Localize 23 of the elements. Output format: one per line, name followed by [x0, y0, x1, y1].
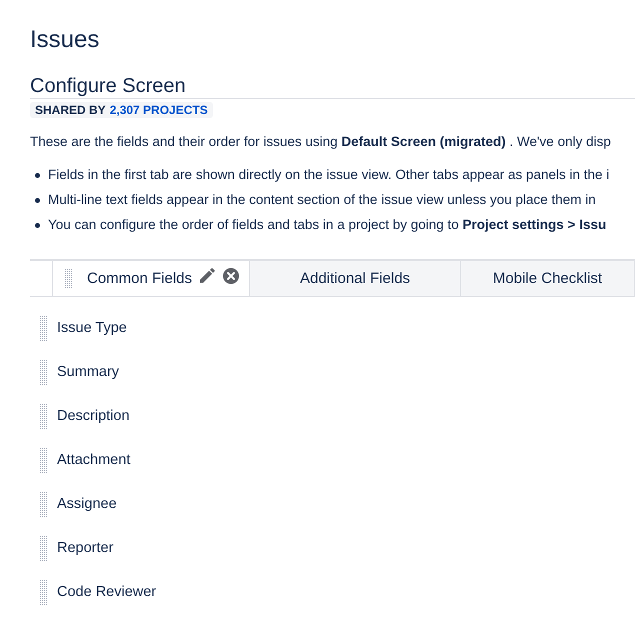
shared-label: SHARED BY: [35, 103, 106, 117]
bullet-icon: [35, 172, 40, 178]
field-name: Summary: [57, 363, 120, 382]
field-name: Assignee: [57, 495, 117, 514]
field-name: Attachment: [57, 451, 130, 470]
bullet-icon: [35, 198, 40, 202]
note-text: Fields in the first tab are shown directly on the issue view. Other tabs appear as panels in the i: [48, 166, 610, 184]
field-name: Description: [57, 407, 130, 426]
page-title: Issues: [30, 25, 100, 55]
projects-link[interactable]: 2,307 PROJECTS: [110, 103, 208, 117]
note-text: Multi-line text fields appear in the content section of the issue view unless you place them in: [48, 191, 596, 209]
field-name: Issue Type: [57, 319, 127, 338]
tab[interactable]: Additional Fields: [250, 261, 461, 296]
bullet-icon: [35, 222, 40, 228]
field-name: Code Reviewer: [57, 583, 156, 602]
pencil-icon[interactable]: [200, 268, 216, 283]
note-text: You can configure the order of fields and tabs in a project by going to Project settings > Issu: [48, 216, 606, 234]
close-icon[interactable]: [223, 268, 240, 284]
intro-text: These are the fields and their order for issues using Default Screen (migrated) . We've only disp: [30, 133, 611, 151]
tab[interactable]: Common Fields: [52, 261, 250, 296]
tab[interactable]: Mobile Checklist: [461, 261, 635, 296]
screen-title: Configure Screen: [30, 74, 635, 99]
field-name: Reporter: [57, 539, 114, 558]
